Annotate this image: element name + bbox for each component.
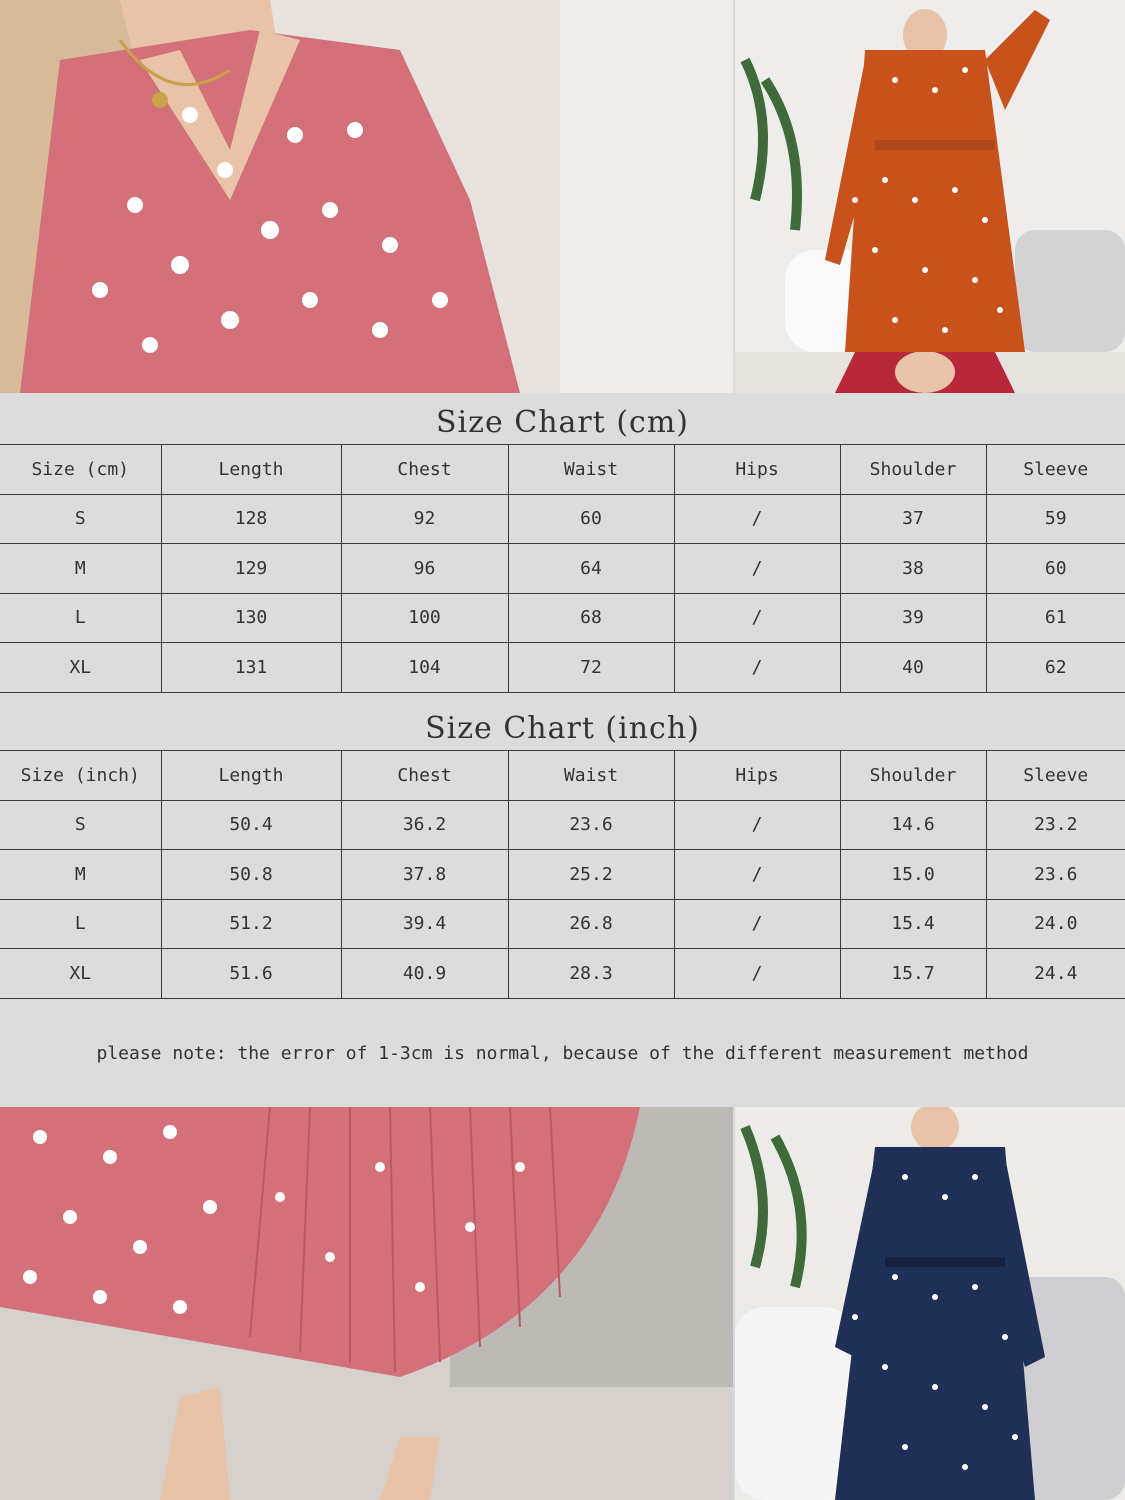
size-chart-cm-title: Size Chart (cm) <box>436 405 689 440</box>
measurement-note: please note: the error of 1-3cm is norma… <box>96 1043 1029 1064</box>
table-cell: 23.6 <box>507 799 675 850</box>
table-cell: 28.3 <box>507 948 675 999</box>
table-cell: L <box>0 592 162 643</box>
size-table-inch: Size (inch) Length Chest Waist Hips Shou… <box>0 750 1125 999</box>
table-cell: 51.6 <box>160 948 342 999</box>
table-cell: M <box>0 543 162 594</box>
table-cell: 23.6 <box>985 849 1125 900</box>
red-dress-crop-photo <box>735 352 1125 393</box>
column-header: Size (inch) <box>0 750 162 801</box>
table-cell: / <box>673 592 841 643</box>
table-cell: 39.4 <box>340 898 509 949</box>
table-cell: 92 <box>340 493 509 544</box>
table-cell: S <box>0 799 162 850</box>
table-cell: 51.2 <box>160 898 342 949</box>
red-dress-crop-illustration <box>735 352 1125 393</box>
size-table-cm: Size (cm) Length Chest Waist Hips Should… <box>0 444 1125 693</box>
table-cell: 96 <box>340 543 509 594</box>
table-cell: 104 <box>340 642 509 693</box>
table-cell: 38 <box>839 543 987 594</box>
table-cell: 40.9 <box>340 948 509 999</box>
table-cell: 36.2 <box>340 799 509 850</box>
column-header: Waist <box>507 750 675 801</box>
pink-dress-top-illustration <box>0 0 733 393</box>
table-cell: 37 <box>839 493 987 544</box>
table-cell: 15.7 <box>839 948 987 999</box>
table-cell: 62 <box>985 642 1125 693</box>
table-cell: XL <box>0 642 162 693</box>
column-header: Length <box>160 444 342 495</box>
table-cell: 37.8 <box>340 849 509 900</box>
table-cell: 25.2 <box>507 849 675 900</box>
table-cell: / <box>673 799 841 850</box>
table-cell: 60 <box>507 493 675 544</box>
table-header-row: Size (cm) Length Chest Waist Hips Should… <box>0 444 1125 495</box>
table-row: S 50.4 36.2 23.6 / 14.6 23.2 <box>0 799 1125 850</box>
table-header-row: Size (inch) Length Chest Waist Hips Shou… <box>0 750 1125 801</box>
size-chart-inch-title: Size Chart (inch) <box>425 711 700 746</box>
pink-skirt-illustration <box>0 1107 733 1500</box>
table-cell: 14.6 <box>839 799 987 850</box>
column-header: Length <box>160 750 342 801</box>
table-cell: / <box>673 543 841 594</box>
table-cell: S <box>0 493 162 544</box>
table-cell: / <box>673 642 841 693</box>
table-cell: 131 <box>160 642 342 693</box>
table-cell: / <box>673 849 841 900</box>
table-cell: 50.8 <box>160 849 342 900</box>
table-cell: 24.4 <box>985 948 1125 999</box>
table-cell: 15.0 <box>839 849 987 900</box>
table-row: M 50.8 37.8 25.2 / 15.0 23.6 <box>0 849 1125 900</box>
table-cell: 39 <box>839 592 987 643</box>
size-chart-panel: Size Chart (cm) Size (cm) Length Chest W… <box>0 393 1125 1107</box>
navy-dress-photo <box>735 1107 1125 1500</box>
table-cell: 130 <box>160 592 342 643</box>
column-header: Shoulder <box>839 750 987 801</box>
table-cell: 129 <box>160 543 342 594</box>
table-cell: / <box>673 493 841 544</box>
column-header: Chest <box>340 444 509 495</box>
table-cell: 15.4 <box>839 898 987 949</box>
table-cell: 26.8 <box>507 898 675 949</box>
column-header: Hips <box>673 750 841 801</box>
table-cell: / <box>673 898 841 949</box>
column-header: Size (cm) <box>0 444 162 495</box>
table-cell: / <box>673 948 841 999</box>
table-row: L 51.2 39.4 26.8 / 15.4 24.0 <box>0 898 1125 949</box>
column-header: Chest <box>340 750 509 801</box>
table-cell: 40 <box>839 642 987 693</box>
table-cell: 23.2 <box>985 799 1125 850</box>
table-row: XL 131 104 72 / 40 62 <box>0 642 1125 693</box>
pink-dress-top-photo <box>0 0 733 393</box>
table-cell: 24.0 <box>985 898 1125 949</box>
table-cell: L <box>0 898 162 949</box>
table-cell: XL <box>0 948 162 999</box>
table-row: S 128 92 60 / 37 59 <box>0 493 1125 544</box>
table-row: XL 51.6 40.9 28.3 / 15.7 24.4 <box>0 948 1125 999</box>
table-cell: 59 <box>985 493 1125 544</box>
table-row: L 130 100 68 / 39 61 <box>0 592 1125 643</box>
column-header: Waist <box>507 444 675 495</box>
table-cell: 128 <box>160 493 342 544</box>
column-header: Sleeve <box>985 444 1125 495</box>
table-cell: 72 <box>507 642 675 693</box>
table-cell: 64 <box>507 543 675 594</box>
table-row: M 129 96 64 / 38 60 <box>0 543 1125 594</box>
column-header: Shoulder <box>839 444 987 495</box>
navy-dress-illustration <box>735 1107 1125 1500</box>
table-cell: 68 <box>507 592 675 643</box>
table-cell: 50.4 <box>160 799 342 850</box>
column-header: Hips <box>673 444 841 495</box>
column-header: Sleeve <box>985 750 1125 801</box>
table-cell: 100 <box>340 592 509 643</box>
table-cell: 61 <box>985 592 1125 643</box>
orange-dress-illustration <box>735 0 1125 352</box>
table-cell: 60 <box>985 543 1125 594</box>
orange-dress-photo <box>735 0 1125 352</box>
table-cell: M <box>0 849 162 900</box>
pink-dress-skirt-photo <box>0 1107 733 1500</box>
